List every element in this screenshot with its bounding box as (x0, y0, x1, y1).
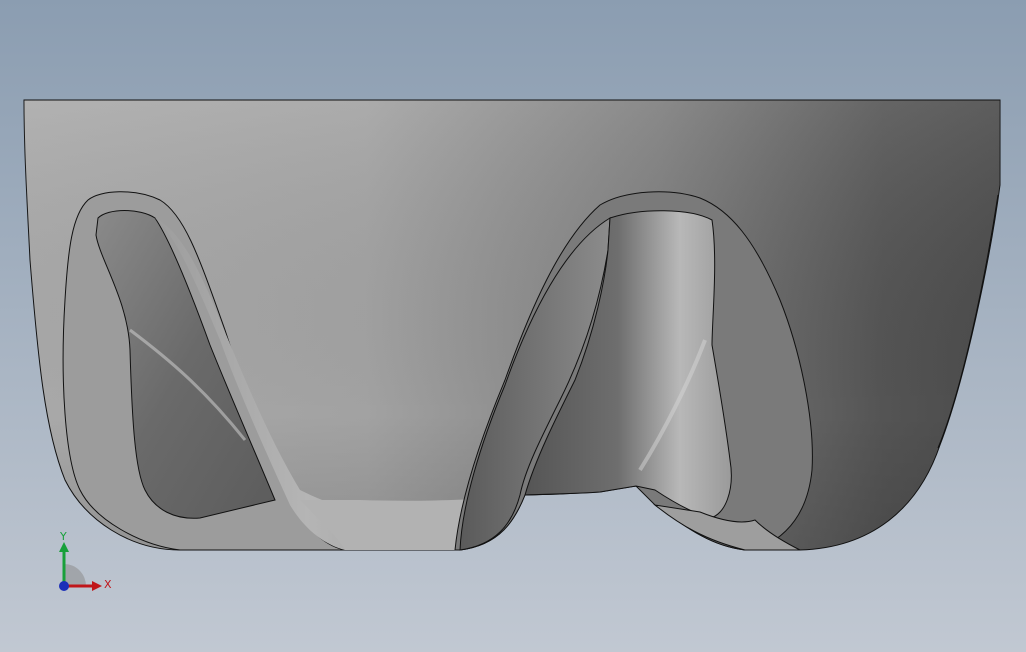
model-view[interactable] (0, 0, 1026, 652)
x-axis-label: X (104, 578, 112, 591)
axis-triad[interactable]: Y X (48, 528, 120, 600)
graphics-viewport[interactable]: Y X (0, 0, 1026, 652)
z-axis-dot (59, 581, 69, 591)
y-axis-arrow (59, 542, 69, 552)
x-axis-arrow (92, 581, 102, 591)
y-axis-label: Y (59, 530, 67, 543)
